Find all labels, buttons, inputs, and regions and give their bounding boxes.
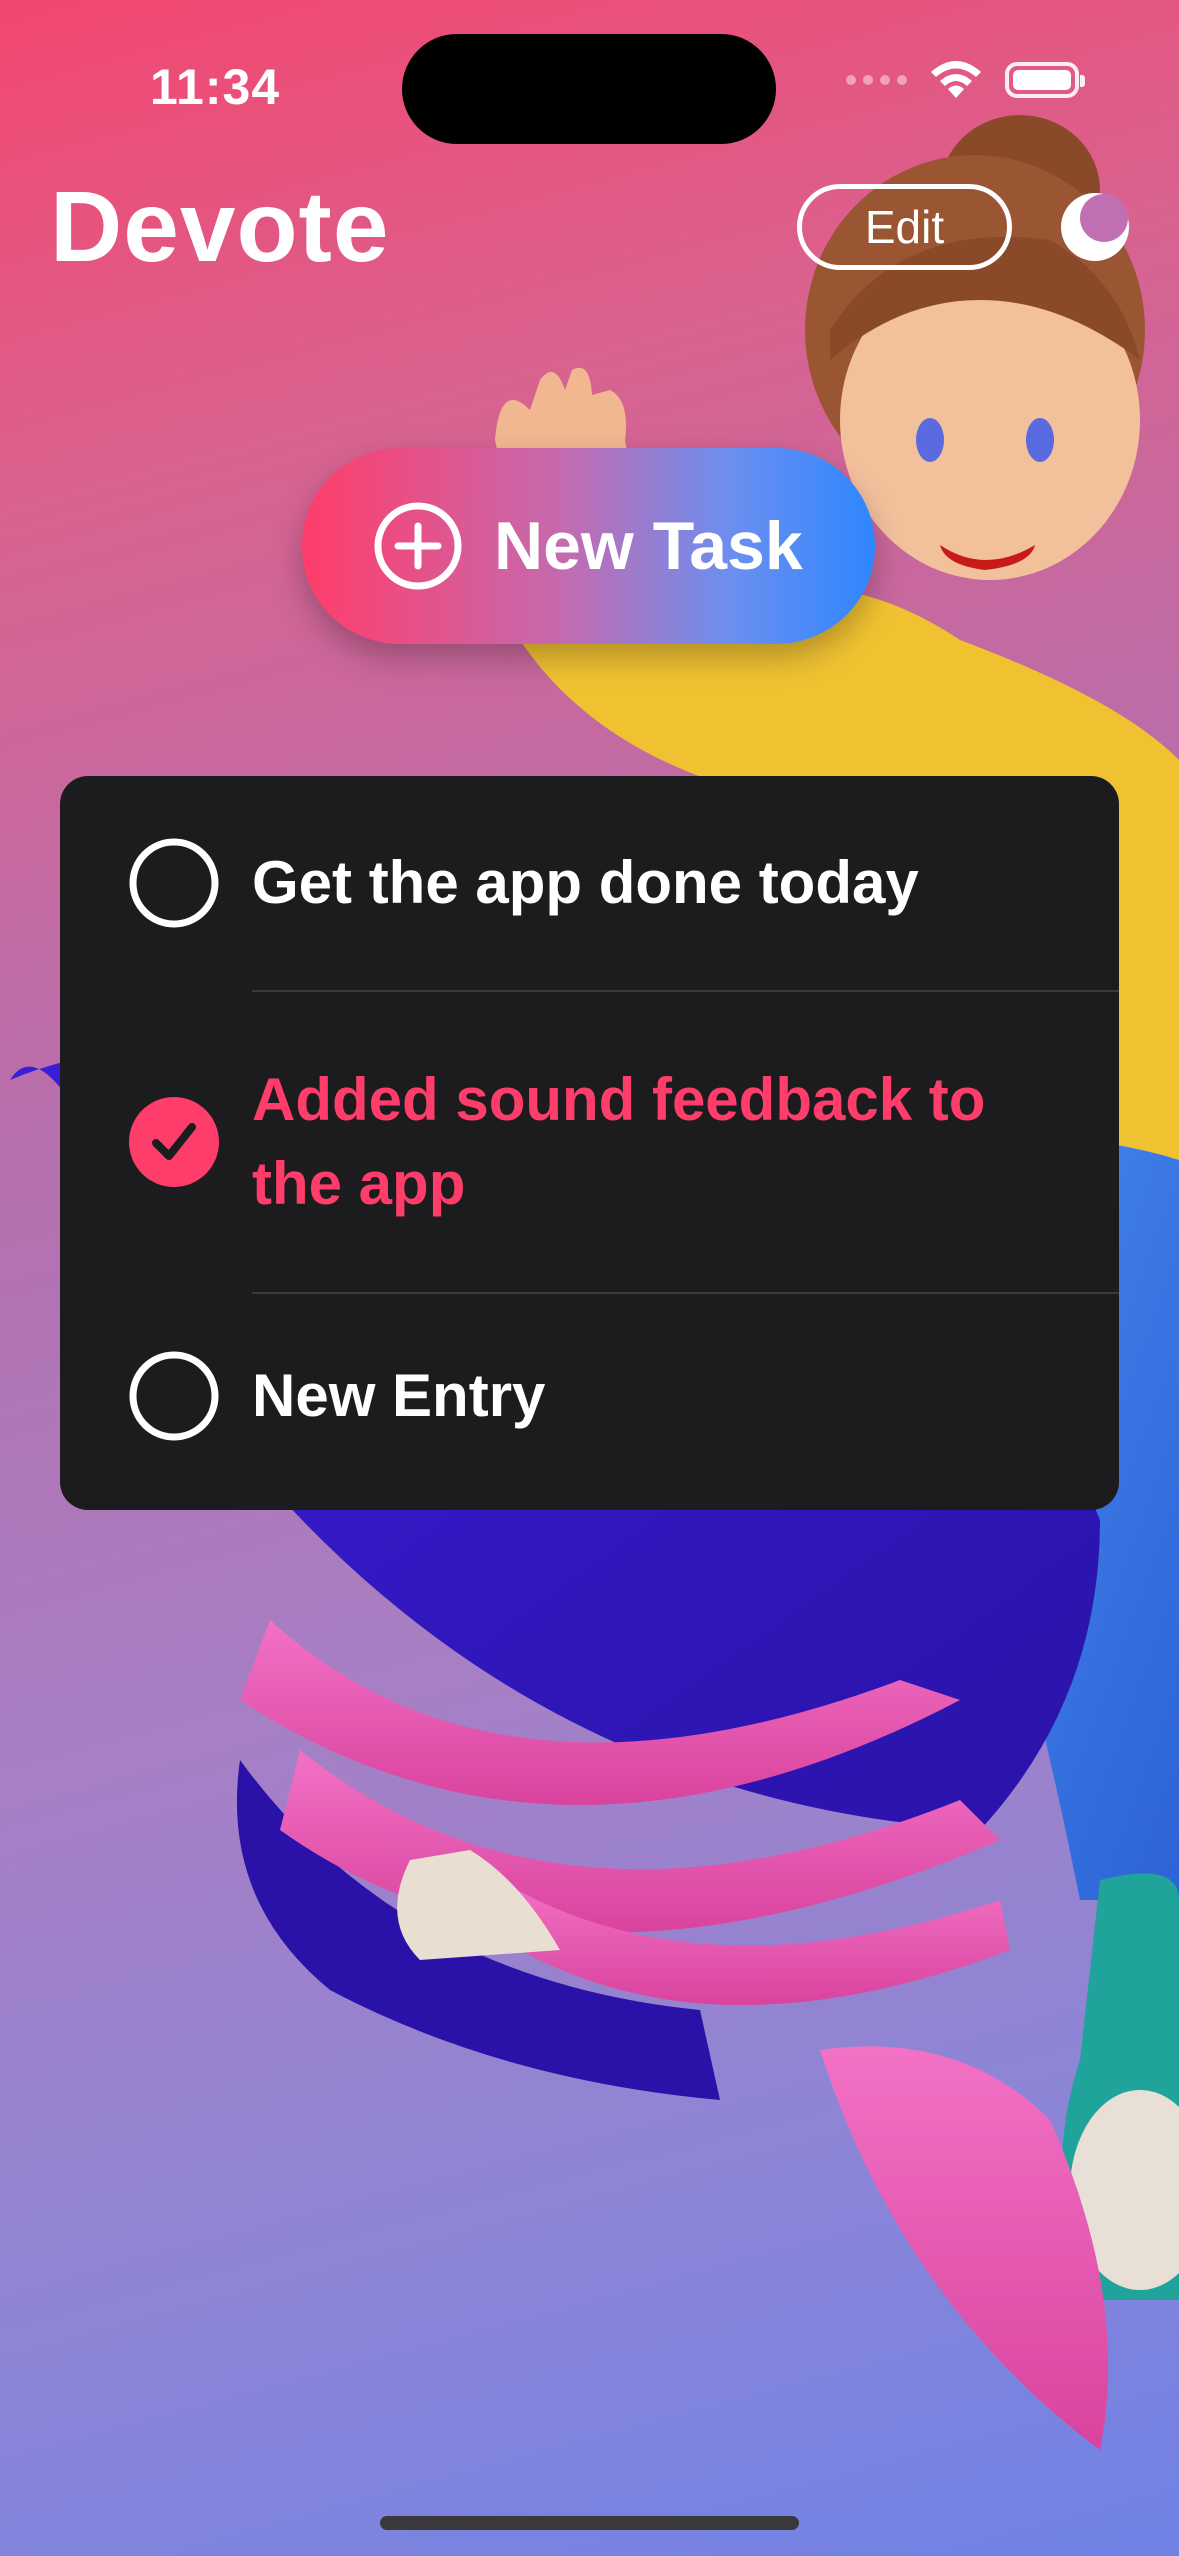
home-indicator[interactable] bbox=[380, 2516, 799, 2530]
task-list: Get the app done today Added sound feedb… bbox=[60, 776, 1119, 1510]
moon-icon[interactable] bbox=[1058, 190, 1132, 264]
task-row[interactable]: Get the app done today bbox=[60, 776, 1119, 990]
status-time: 11:34 bbox=[150, 59, 281, 115]
task-text: New Entry bbox=[252, 1362, 546, 1429]
edit-button[interactable]: Edit bbox=[797, 184, 1012, 270]
page-title: Devote bbox=[50, 171, 390, 283]
task-text: Added sound feedback to the app bbox=[252, 1066, 986, 1217]
wifi-icon bbox=[931, 61, 981, 98]
task-row[interactable]: Added sound feedback to the app bbox=[60, 992, 1119, 1292]
new-task-label: New Task bbox=[494, 508, 803, 584]
task-row[interactable]: New Entry bbox=[60, 1294, 1119, 1510]
cellular-signal-icon bbox=[846, 75, 907, 85]
plus-circle-icon bbox=[374, 502, 462, 590]
new-task-button[interactable]: New Task bbox=[302, 448, 875, 644]
dynamic-island bbox=[402, 34, 776, 144]
unchecked-circle-icon[interactable] bbox=[128, 837, 220, 929]
unchecked-circle-icon[interactable] bbox=[128, 1350, 220, 1442]
battery-icon bbox=[1005, 62, 1085, 98]
status-indicators bbox=[846, 60, 1085, 100]
task-text: Get the app done today bbox=[252, 849, 919, 916]
checkmark-circle-icon[interactable] bbox=[128, 1096, 220, 1188]
